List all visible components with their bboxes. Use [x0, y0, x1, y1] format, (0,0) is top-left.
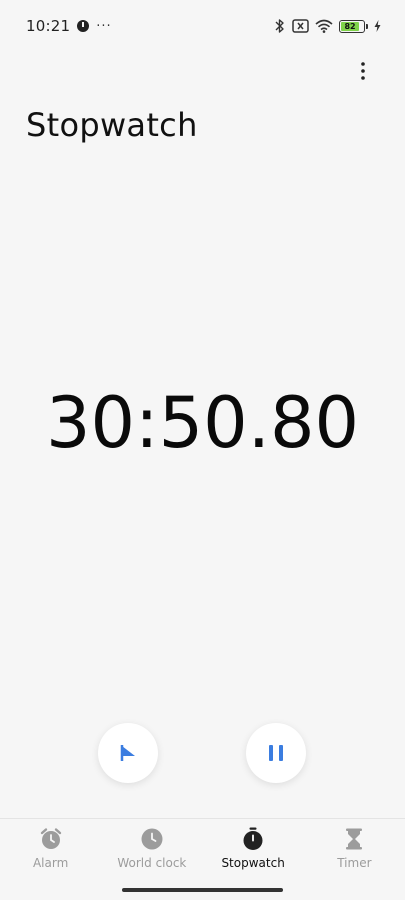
status-bar-left: 10:21 ··· — [26, 17, 112, 35]
tab-label: Alarm — [32, 856, 69, 870]
charging-icon — [374, 20, 381, 32]
tab-label: Timer — [337, 856, 372, 870]
more-vertical-icon — [361, 62, 365, 80]
clock-app-icon — [77, 20, 90, 32]
home-indicator[interactable] — [122, 888, 283, 892]
stopwatch-screen: 10:21 ··· 82 Stopwatch 30:50.80 Alarm Wo… — [0, 0, 405, 900]
status-time: 10:21 — [26, 17, 71, 35]
pause-icon — [269, 745, 283, 761]
stopwatch-icon — [241, 827, 265, 851]
alarm-clock-icon — [39, 827, 63, 851]
sim-off-icon — [292, 19, 309, 33]
battery-tip — [366, 23, 368, 29]
wifi-icon — [315, 19, 333, 33]
tab-label: Stopwatch — [221, 856, 285, 870]
page-title: Stopwatch — [26, 106, 198, 144]
pause-button[interactable] — [246, 723, 306, 783]
hourglass-icon — [342, 827, 366, 851]
tab-label: World clock — [117, 856, 187, 870]
clock-icon — [140, 827, 164, 851]
battery-body: 82 — [339, 19, 365, 33]
more-options-button[interactable] — [350, 56, 376, 86]
battery-level: 82 — [341, 21, 360, 31]
battery-icon: 82 — [339, 19, 368, 33]
more-notifications-icon: ··· — [96, 18, 112, 34]
elapsed-time: 30:50.80 — [45, 382, 360, 464]
flag-icon — [120, 745, 135, 761]
status-bar: 10:21 ··· 82 — [0, 0, 405, 52]
tab-alarm[interactable]: Alarm — [0, 819, 101, 900]
lap-button[interactable] — [98, 723, 158, 783]
status-bar-right: 82 — [274, 18, 381, 34]
tab-timer[interactable]: Timer — [304, 819, 405, 900]
bluetooth-icon — [275, 19, 284, 33]
